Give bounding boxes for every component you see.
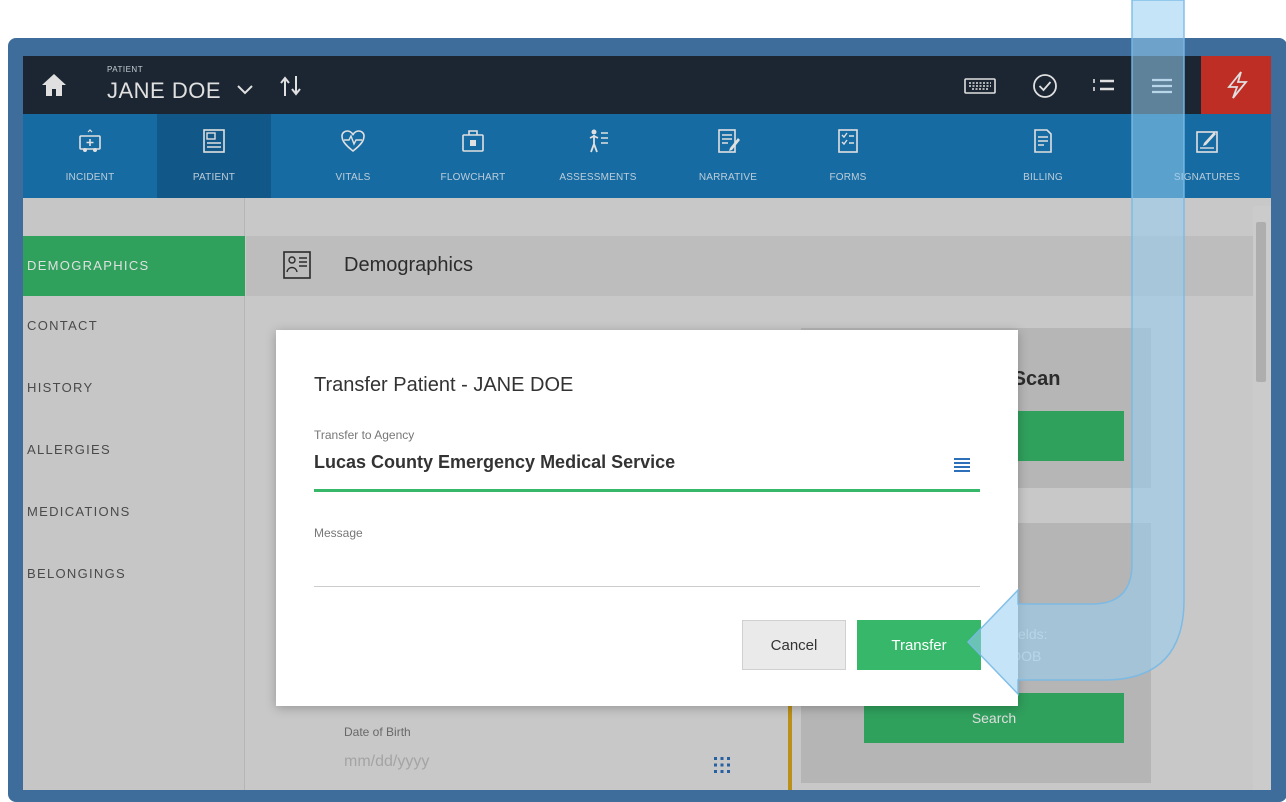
cancel-button[interactable]: Cancel xyxy=(742,620,846,670)
transfer-patient-dialog: Transfer Patient - JANE DOE Transfer to … xyxy=(276,330,1018,706)
dialog-title: Transfer Patient - JANE DOE xyxy=(314,374,574,396)
message-field-label: Message xyxy=(314,526,363,540)
agency-field[interactable]: Lucas County Emergency Medical Service xyxy=(314,452,934,473)
message-input[interactable] xyxy=(314,545,980,587)
list-picker-icon[interactable] xyxy=(952,456,972,474)
app-window: PATIENT JANE DOE INCIDENT PATIENT VITALS… xyxy=(23,56,1271,790)
agency-field-underline xyxy=(314,489,980,492)
agency-field-label: Transfer to Agency xyxy=(314,428,415,442)
transfer-button[interactable]: Transfer xyxy=(857,620,981,670)
